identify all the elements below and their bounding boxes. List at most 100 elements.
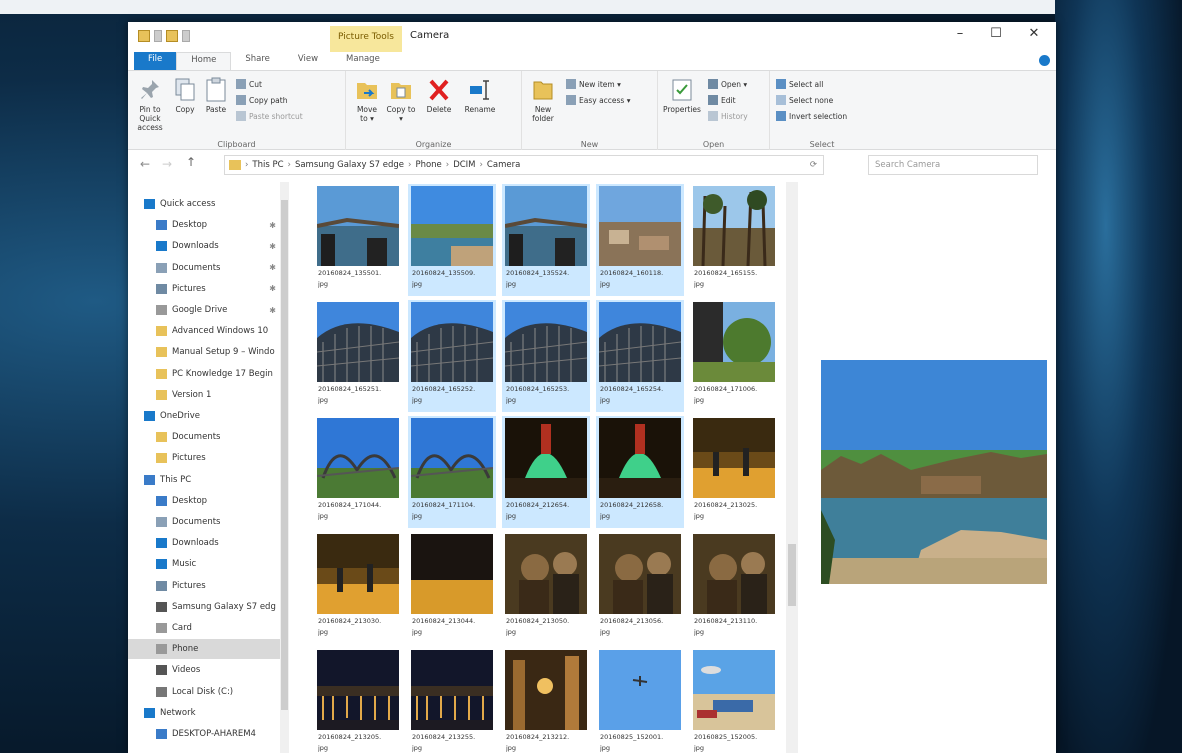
minimize-button[interactable]: – — [940, 26, 980, 41]
nav-item[interactable]: Quick access — [128, 194, 280, 214]
file-tile[interactable]: 20160825_152001. jpg — [596, 648, 684, 753]
nav-item[interactable]: Manual Setup 9 – Windo — [128, 342, 280, 362]
help-icon[interactable] — [1039, 55, 1050, 66]
file-tile[interactable]: 20160824_213212. jpg — [502, 648, 590, 753]
delete-button[interactable]: Delete — [422, 77, 456, 114]
close-button[interactable]: ✕ — [1014, 26, 1054, 41]
maximize-button[interactable]: ☐ — [976, 26, 1016, 41]
easy-access-button[interactable]: Easy access ▾ — [566, 95, 631, 105]
content-scrollbar[interactable] — [786, 182, 798, 753]
file-tile[interactable]: 20160824_135509. jpg — [408, 184, 496, 296]
new-folder-button[interactable]: New folder — [528, 77, 558, 123]
breadcrumb-dcim[interactable]: DCIM — [453, 160, 475, 170]
file-tile[interactable]: 20160824_213044. jpg — [408, 532, 496, 644]
file-tile[interactable]: 20160824_213056. jpg — [596, 532, 684, 644]
forward-button[interactable]: → — [162, 157, 172, 171]
file-tile[interactable]: 20160824_165252. jpg — [408, 300, 496, 412]
nav-item[interactable]: Desktop ✱ — [128, 215, 280, 235]
properties-icon[interactable] — [154, 30, 162, 42]
tab-manage[interactable]: Manage — [332, 52, 394, 70]
nav-item[interactable]: Downloads ✱ — [128, 236, 280, 256]
cut-button[interactable]: Cut — [236, 79, 262, 89]
new-folder-icon[interactable] — [166, 30, 178, 42]
copy-path-button[interactable]: Copy path — [236, 95, 287, 105]
paste-shortcut-button[interactable]: Paste shortcut — [236, 111, 303, 121]
file-tile[interactable]: 20160824_212658. jpg — [596, 416, 684, 528]
file-tile[interactable]: 20160824_135501. jpg — [314, 184, 402, 296]
back-button[interactable]: ← — [140, 157, 150, 171]
nav-item[interactable]: Documents — [128, 512, 280, 532]
nav-item[interactable]: Version 1 — [128, 385, 280, 405]
copy-button[interactable]: Copy — [172, 77, 198, 114]
folder-icon[interactable] — [138, 30, 150, 42]
tab-share[interactable]: Share — [231, 52, 284, 70]
tab-view[interactable]: View — [284, 52, 332, 70]
new-item-button[interactable]: New item ▾ — [566, 79, 621, 89]
select-none-button[interactable]: Select none — [776, 95, 833, 105]
tab-home[interactable]: Home — [176, 52, 232, 70]
history-button[interactable]: History — [708, 111, 748, 121]
file-tile[interactable]: 20160824_135524. jpg — [502, 184, 590, 296]
nav-item[interactable]: Pictures — [128, 576, 280, 596]
nav-item[interactable]: Desktop — [128, 491, 280, 511]
nav-item[interactable]: Videos — [128, 660, 280, 680]
scroll-thumb[interactable] — [788, 544, 796, 606]
paste-button[interactable]: Paste — [202, 77, 230, 114]
refresh-button[interactable]: ⟳ — [810, 160, 817, 170]
context-tab-picture-tools[interactable]: Picture Tools — [330, 26, 402, 52]
file-tile[interactable]: 20160824_213025. jpg — [690, 416, 778, 528]
file-tile[interactable]: 20160824_212654. jpg — [502, 416, 590, 528]
breadcrumb-this-pc[interactable]: This PC — [252, 160, 283, 170]
nav-item[interactable]: Phone — [128, 639, 280, 660]
search-input[interactable]: Search Camera — [868, 155, 1038, 175]
file-tile[interactable]: 20160824_171104. jpg — [408, 416, 496, 528]
nav-item[interactable]: DESKTOP-AHAREM4 — [128, 724, 280, 744]
nav-item[interactable]: Network — [128, 703, 280, 723]
file-tile[interactable]: 20160824_165251. jpg — [314, 300, 402, 412]
properties-button[interactable]: Properties — [660, 77, 704, 114]
file-tile[interactable]: 20160824_213030. jpg — [314, 532, 402, 644]
file-tile[interactable]: 20160824_165155. jpg — [690, 184, 778, 296]
invert-selection-button[interactable]: Invert selection — [776, 111, 847, 121]
open-button[interactable]: Open ▾ — [708, 79, 747, 89]
nav-item[interactable]: Downloads — [128, 533, 280, 553]
nav-item[interactable]: Local Disk (C:) — [128, 682, 280, 702]
file-tile[interactable]: 20160824_165253. jpg — [502, 300, 590, 412]
rename-button[interactable]: Rename — [460, 77, 500, 114]
nav-item[interactable]: Advanced Windows 10 — [128, 321, 280, 341]
file-tile[interactable]: 20160824_171044. jpg — [314, 416, 402, 528]
nav-item[interactable]: Pictures — [128, 448, 280, 468]
pin-quick-access-button[interactable]: Pin to Quick access — [132, 77, 168, 132]
nav-scrollbar[interactable] — [280, 182, 289, 753]
address-bar[interactable]: › This PC › Samsung Galaxy S7 edge › Phone… — [224, 155, 824, 175]
file-tile[interactable]: 20160824_213205. jpg — [314, 648, 402, 753]
nav-item[interactable]: Samsung Galaxy S7 edg — [128, 597, 280, 617]
tab-file[interactable]: File — [134, 52, 177, 70]
nav-item[interactable]: Documents — [128, 427, 280, 447]
copy-to-button[interactable]: Copy to ▾ — [386, 77, 416, 123]
nav-item[interactable]: Music — [128, 554, 280, 574]
breadcrumb-phone[interactable]: Phone — [415, 160, 441, 170]
breadcrumb-device[interactable]: Samsung Galaxy S7 edge — [295, 160, 404, 170]
nav-item[interactable]: This PC — [128, 470, 280, 490]
nav-item[interactable]: PC Knowledge 17 Begin — [128, 364, 280, 384]
file-tile[interactable]: 20160824_165254. jpg — [596, 300, 684, 412]
file-tile[interactable]: 20160824_213050. jpg — [502, 532, 590, 644]
nav-item[interactable]: Pictures ✱ — [128, 279, 280, 299]
nav-item[interactable]: Card — [128, 618, 280, 638]
nav-item[interactable]: Documents ✱ — [128, 258, 280, 278]
breadcrumb-camera[interactable]: Camera — [487, 160, 520, 170]
select-all-button[interactable]: Select all — [776, 79, 823, 89]
scroll-thumb[interactable] — [281, 200, 288, 710]
edit-button[interactable]: Edit — [708, 95, 736, 105]
move-to-button[interactable]: Move to ▾ — [352, 77, 382, 123]
nav-item[interactable]: Google Drive ✱ — [128, 300, 280, 320]
file-tile[interactable]: 20160824_171006. jpg — [690, 300, 778, 412]
file-tile[interactable]: 20160824_213110. jpg — [690, 532, 778, 644]
up-button[interactable]: ↑ — [186, 155, 196, 169]
file-tile[interactable]: 20160824_160118. jpg — [596, 184, 684, 296]
chevron-down-icon[interactable] — [182, 30, 190, 42]
file-tile[interactable]: 20160825_152005. jpg — [690, 648, 778, 753]
file-tile[interactable]: 20160824_213255. jpg — [408, 648, 496, 753]
nav-item[interactable]: OneDrive — [128, 406, 280, 426]
